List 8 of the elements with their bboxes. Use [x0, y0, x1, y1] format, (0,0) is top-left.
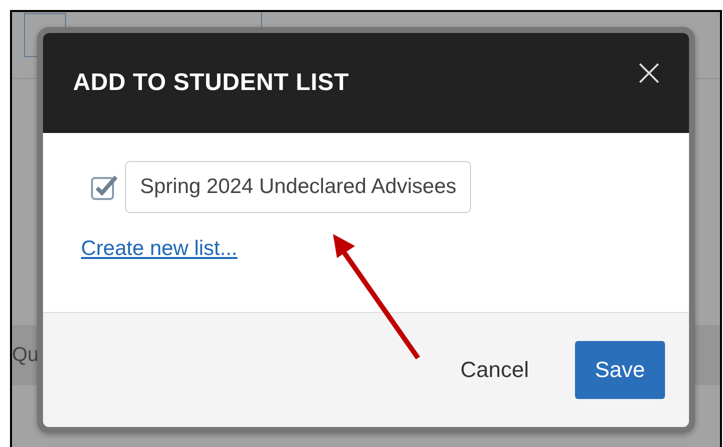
cancel-button[interactable]: Cancel: [440, 341, 549, 399]
row-label: Qu: [12, 344, 39, 366]
close-button[interactable]: ×: [633, 53, 665, 91]
create-list-link[interactable]: Create new list...: [81, 237, 238, 261]
checkbox[interactable]: [91, 173, 119, 201]
dialog-title: ADD TO STUDENT LIST: [73, 69, 349, 97]
save-button[interactable]: Save: [574, 341, 665, 399]
list-name-field[interactable]: Spring 2024 Undeclared Advisees: [125, 161, 472, 213]
